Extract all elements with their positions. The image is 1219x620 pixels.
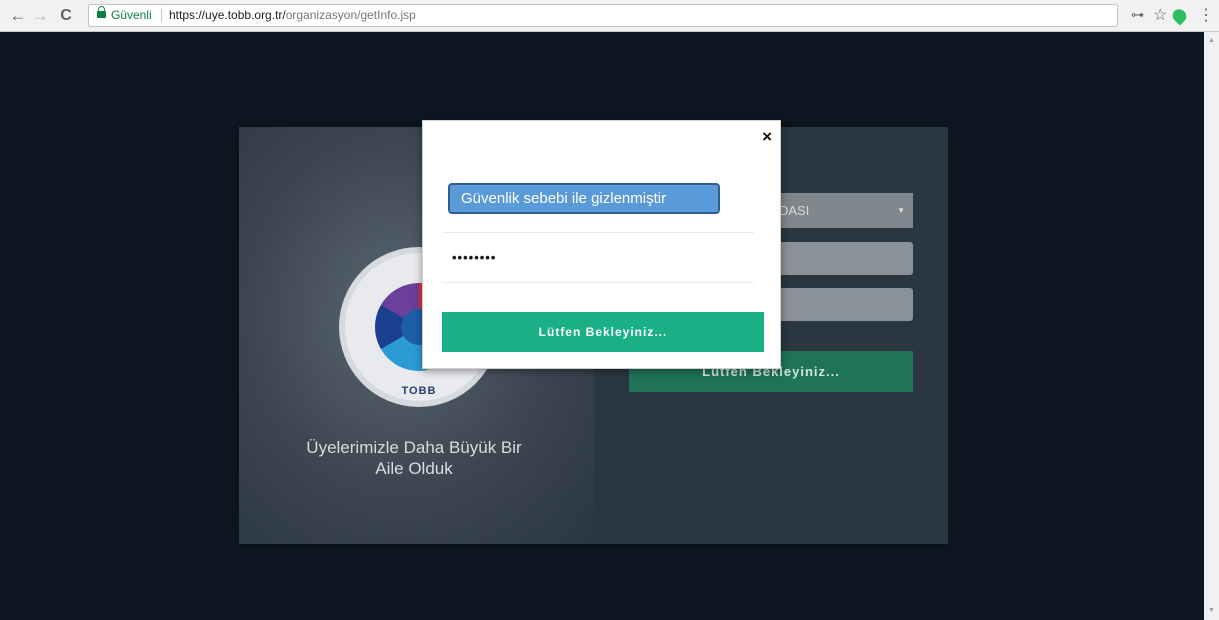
forward-arrow-icon[interactable]: → bbox=[30, 6, 50, 26]
chevron-down-icon: ▼ bbox=[897, 206, 905, 215]
hero-caption-line2: Aile Olduk bbox=[375, 459, 453, 478]
hero-caption: Üyelerimizle Daha Büyük Bir Aile Olduk bbox=[269, 437, 559, 479]
security-banner: Güvenlik sebebi ile gizlenmiştir bbox=[448, 183, 720, 214]
security-modal: × Güvenlik sebebi ile gizlenmiştir Lütfe… bbox=[422, 120, 781, 369]
reload-icon[interactable]: C bbox=[56, 6, 76, 26]
url-text[interactable]: https://uye.tobb.org.tr/organizasyon/get… bbox=[169, 5, 416, 26]
close-icon[interactable]: × bbox=[762, 127, 772, 147]
scroll-up-icon[interactable]: ▲ bbox=[1204, 34, 1219, 48]
bookmark-star-icon[interactable]: ☆ bbox=[1153, 5, 1167, 25]
vertical-scrollbar[interactable]: ▲ ▼ bbox=[1204, 32, 1219, 620]
browser-menu-icon[interactable]: ⋮ bbox=[1198, 5, 1214, 25]
logo-text: TOBB bbox=[401, 385, 437, 397]
secure-label[interactable]: Güvenli bbox=[111, 5, 152, 26]
url-host: https://uye.tobb.org.tr/ bbox=[169, 8, 286, 22]
url-path: organizasyon/getInfo.jsp bbox=[285, 8, 416, 22]
chamber-select-value: DASI bbox=[779, 203, 810, 218]
url-separator bbox=[161, 9, 162, 22]
browser-toolbar: ← → C Güvenli https://uye.tobb.org.tr/or… bbox=[0, 0, 1219, 32]
lock-icon[interactable] bbox=[97, 6, 106, 18]
extension-icon[interactable] bbox=[1169, 6, 1190, 26]
key-icon[interactable]: ⊶ bbox=[1131, 7, 1144, 23]
scroll-down-icon[interactable]: ▼ bbox=[1204, 604, 1219, 618]
hero-caption-line1: Üyelerimizle Daha Büyük Bir bbox=[306, 438, 522, 457]
password-field[interactable] bbox=[442, 232, 754, 283]
back-arrow-icon[interactable]: ← bbox=[8, 6, 28, 26]
address-bar[interactable]: Güvenli https://uye.tobb.org.tr/organiza… bbox=[88, 4, 1118, 27]
modal-submit-button[interactable]: Lütfen Bekleyiniz... bbox=[442, 312, 764, 352]
